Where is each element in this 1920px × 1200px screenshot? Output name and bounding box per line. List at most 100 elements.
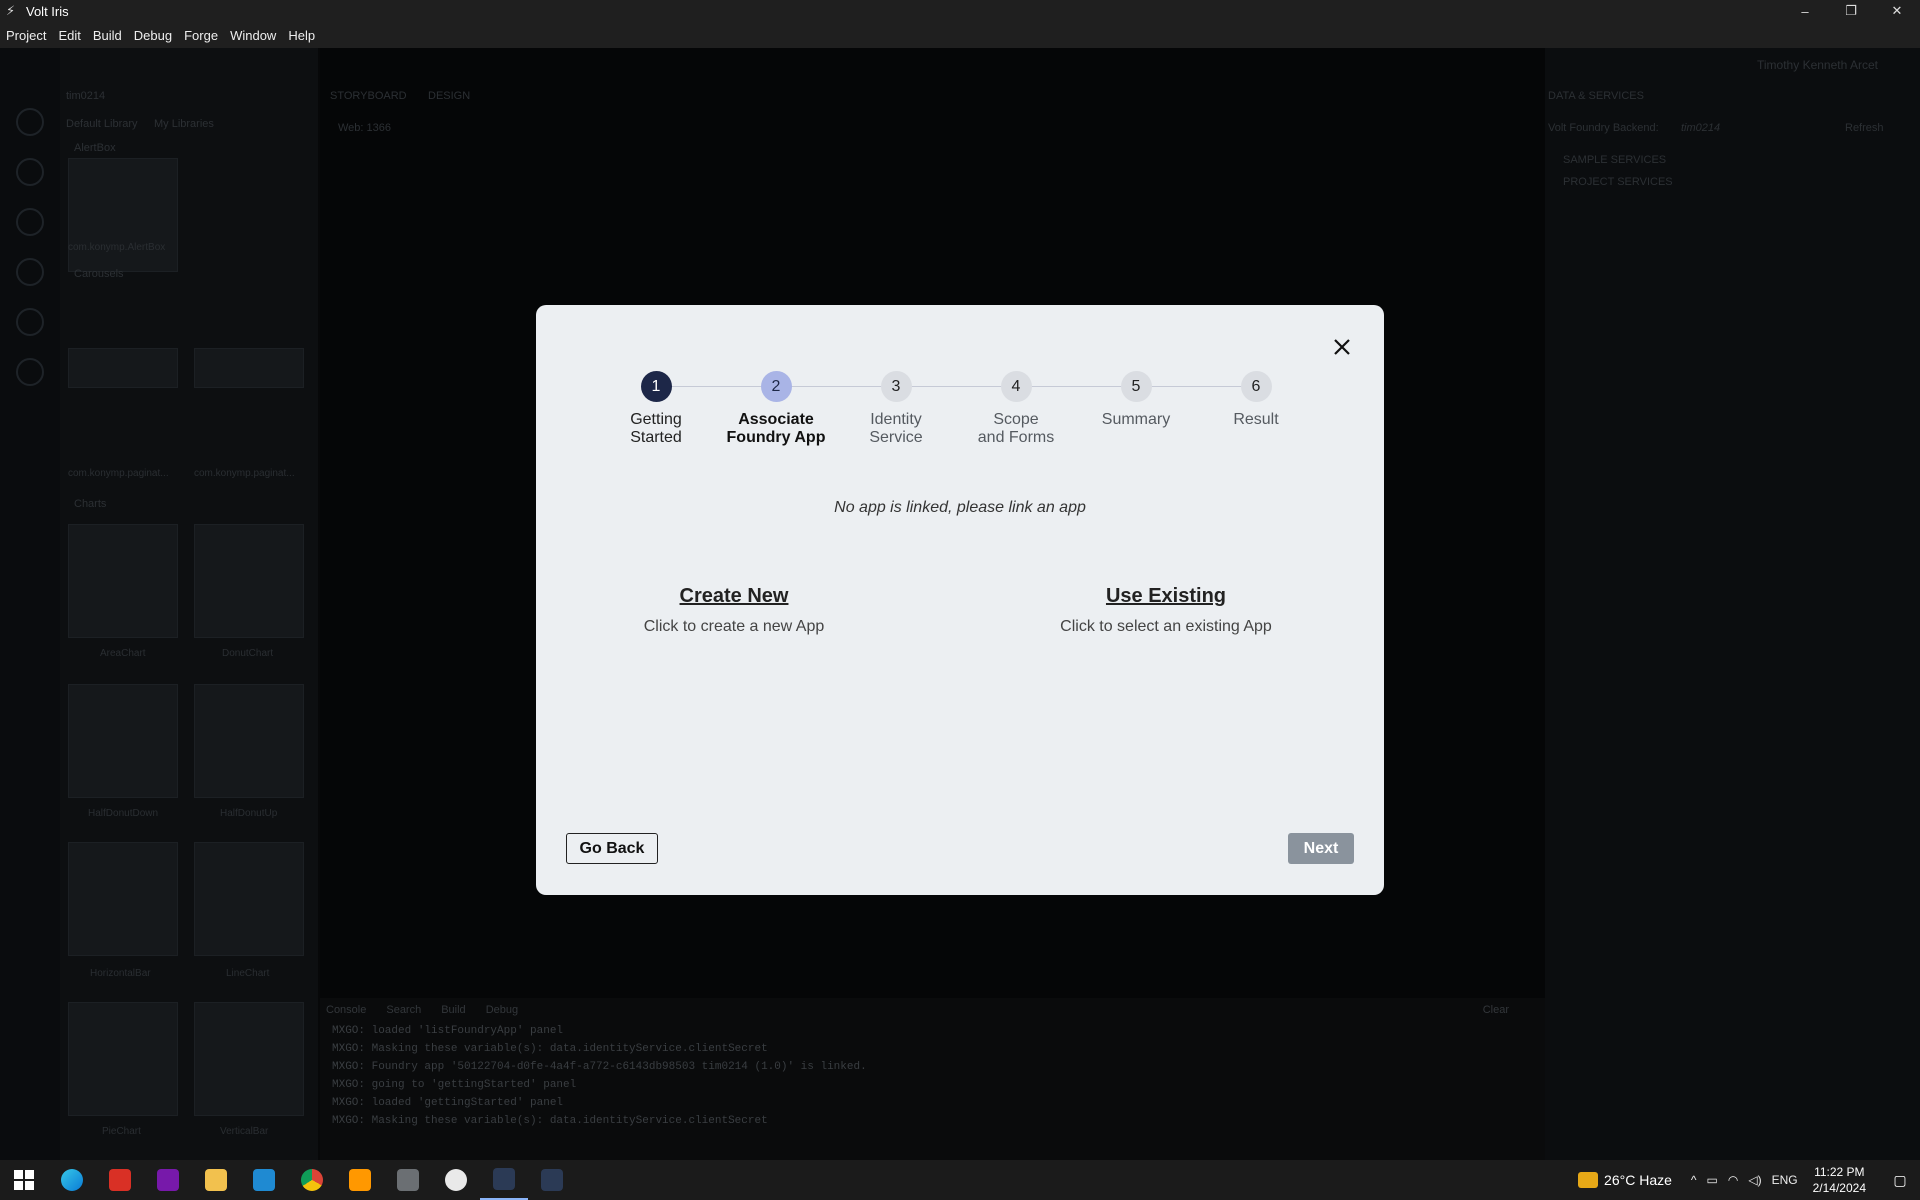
create-new-link[interactable]: Create New [574, 585, 894, 608]
edge-app[interactable] [48, 1160, 96, 1200]
tile-label: DonutChart [222, 648, 274, 659]
onenote-app[interactable] [144, 1160, 192, 1200]
go-back-button[interactable]: Go Back [566, 833, 658, 864]
vscode-icon [253, 1169, 275, 1191]
refresh-link: Refresh [1845, 122, 1884, 134]
file-explorer-icon [205, 1169, 227, 1191]
tab-design: DESIGN [428, 90, 471, 102]
clock[interactable]: 11:22 PM 2/14/2024 [1813, 1164, 1866, 1196]
console-line: MXGO: Masking these variable(s): data.id… [332, 1043, 768, 1055]
library-tile [68, 158, 178, 272]
no-app-message: No app is linked, please link an app [834, 499, 1086, 516]
use-existing-description: Click to select an existing App [1060, 618, 1272, 635]
tab-my-libraries: My Libraries [154, 118, 214, 130]
clock-time: 11:22 PM [1814, 1165, 1865, 1179]
tile-label: HalfDonutDown [88, 808, 159, 819]
menu-edit[interactable]: Edit [52, 28, 86, 43]
project-icon [16, 108, 44, 136]
next-button[interactable]: Next [1288, 833, 1354, 864]
foundry-wizard-dialog: 1 Getting Started 2 Associate Foundry Ap… [536, 305, 1384, 895]
windows-start-icon [14, 1170, 34, 1190]
create-new-description: Click to create a new App [643, 618, 825, 635]
library-tile [68, 348, 178, 388]
console-clear: Clear [1482, 1004, 1509, 1016]
vscode-app[interactable] [240, 1160, 288, 1200]
weather-haze-icon [1578, 1172, 1599, 1188]
chrome-app[interactable] [288, 1160, 336, 1200]
menu-build[interactable]: Build [87, 28, 128, 43]
menu-help[interactable]: Help [282, 28, 321, 43]
chevron-up-icon[interactable]: ^ [1691, 1173, 1697, 1187]
close-window-button[interactable]: ✕ [1874, 0, 1920, 22]
backend-label: Volt Foundry Backend: [1548, 122, 1659, 134]
menu-debug[interactable]: Debug [128, 28, 178, 43]
use-existing-link[interactable]: Use Existing [1006, 585, 1326, 608]
gmail-app[interactable] [96, 1160, 144, 1200]
step-getting-started: 1 Getting Started [596, 371, 716, 447]
restore-button[interactable]: ❐ [1828, 0, 1874, 22]
tile-label: LineChart [226, 968, 270, 979]
backend-app: tim0214 [1681, 122, 1721, 134]
taskbar: 26°C Haze ^ ▭ ◠ ◁) ENG 11:22 PM 2/14/202… [0, 1160, 1920, 1200]
templates-icon [16, 308, 44, 336]
step-number: 5 [1120, 371, 1152, 402]
library-tile [194, 842, 304, 956]
console-line: MXGO: loaded 'listFoundryApp' panel [332, 1025, 564, 1037]
menu-forge[interactable]: Forge [178, 28, 224, 43]
library-tile [68, 1002, 178, 1116]
tile-label: PieChart [102, 1126, 141, 1137]
weather-text: 26°C Haze [1604, 1172, 1672, 1188]
calculator-app[interactable] [384, 1160, 432, 1200]
clock-date: 2/14/2024 [1812, 1181, 1866, 1195]
step-summary: 5 Summary [1076, 371, 1196, 429]
volume-icon[interactable]: ◁) [1748, 1173, 1761, 1187]
library-tile [68, 684, 178, 798]
console-line: MXGO: Foundry app '50122704-d0fe-4a4f-a7… [332, 1061, 867, 1073]
window-controls: – ❐ ✕ [1782, 0, 1920, 22]
tile-label: AreaChart [100, 648, 146, 659]
file-explorer-app[interactable] [192, 1160, 240, 1200]
paint-app[interactable] [432, 1160, 480, 1200]
battery-icon[interactable]: ▭ [1707, 1173, 1718, 1187]
volt-iris-app[interactable] [480, 1160, 528, 1200]
notification-icon[interactable]: ▢ [1880, 1172, 1920, 1189]
tab-console: Console [326, 1004, 367, 1016]
console-line: MXGO: loaded 'gettingStarted' panel [332, 1097, 564, 1109]
weather-widget[interactable]: 26°C Haze [1578, 1172, 1672, 1188]
volt-iris-icon [493, 1168, 515, 1190]
system-tray: 26°C Haze ^ ▭ ◠ ◁) ENG 11:22 PM 2/14/202… [1578, 1160, 1920, 1200]
close-icon [1334, 339, 1350, 355]
use-existing-app-option[interactable]: Use Existing Click to select an existing… [1006, 585, 1326, 636]
play-icon [16, 258, 44, 286]
language-indicator[interactable]: ENG [1772, 1173, 1798, 1187]
step-number: 2 [760, 371, 792, 402]
section-alertbox: AlertBox [74, 142, 116, 154]
volt-iris-app-2[interactable] [528, 1160, 576, 1200]
step-number: 3 [880, 371, 912, 402]
step-associate-foundry-app: 2 Associate Foundry App [716, 371, 836, 447]
step-label: Getting Started [630, 411, 682, 446]
tile-label: com.konymp.paginat... [194, 468, 295, 479]
menu-window[interactable]: Window [224, 28, 282, 43]
tab-build: Build [441, 1004, 466, 1016]
wizard-stepper: 1 Getting Started 2 Associate Foundry Ap… [596, 371, 1316, 461]
step-scope-and-forms: 4 Scope and Forms [956, 371, 1076, 447]
tile-label: VerticalBar [220, 1126, 269, 1137]
start-button[interactable] [0, 1160, 48, 1200]
tab-default-library: Default Library [66, 118, 138, 130]
create-new-app-option[interactable]: Create New Click to create a new App [574, 585, 894, 636]
user-name: Timothy Kenneth Arcet [1757, 58, 1878, 72]
sublime-icon [349, 1169, 371, 1191]
library-icon [16, 358, 44, 386]
step-result: 6 Result [1196, 371, 1316, 429]
library-tile [194, 348, 304, 388]
sublime-app[interactable] [336, 1160, 384, 1200]
library-tile [68, 524, 178, 638]
minimize-button[interactable]: – [1782, 0, 1828, 22]
wifi-icon[interactable]: ◠ [1728, 1173, 1738, 1187]
library-tile [68, 842, 178, 956]
console-line: MXGO: Masking these variable(s): data.id… [332, 1115, 768, 1127]
tile-label: com.konymp.AlertBox [68, 242, 166, 253]
menu-project[interactable]: Project [0, 28, 52, 43]
close-dialog-button[interactable] [1330, 335, 1354, 359]
